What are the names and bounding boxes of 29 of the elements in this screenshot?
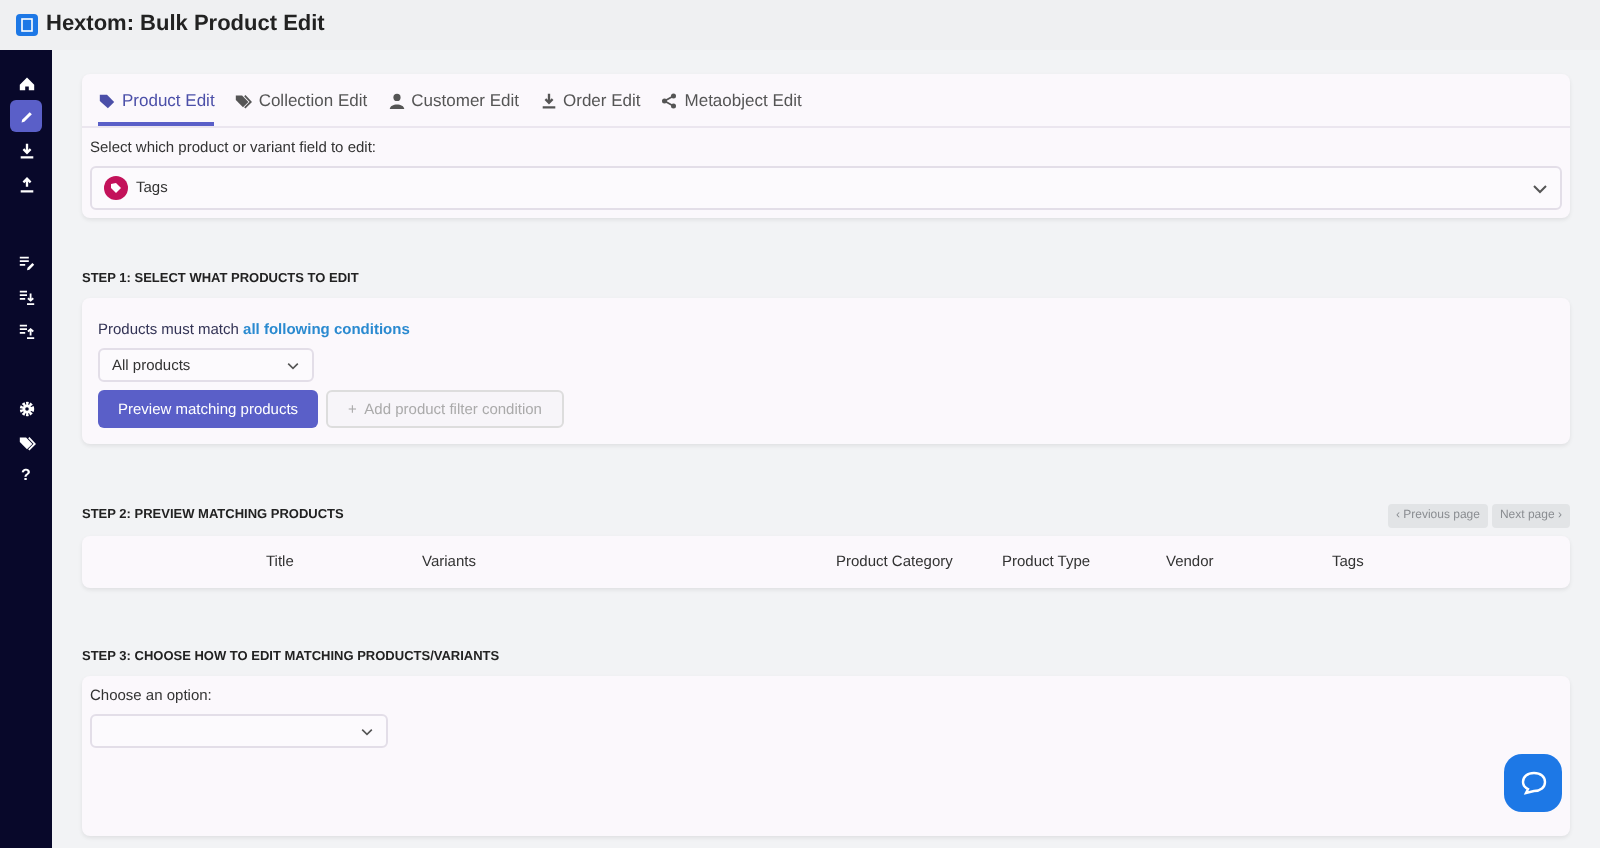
list-download-icon	[17, 287, 35, 305]
nav-help-button[interactable]: ?	[10, 460, 42, 492]
pencil-icon	[17, 107, 35, 125]
app-logo-icon	[16, 14, 38, 36]
tags-icon	[234, 91, 253, 110]
upload-icon	[17, 175, 35, 193]
chat-icon	[1519, 770, 1547, 796]
window-title: Hextom: Bulk Product Edit	[46, 10, 325, 41]
chevron-icon	[360, 727, 374, 735]
tag-icon	[98, 91, 116, 110]
tab[interactable]: Customer Edit	[387, 82, 520, 126]
list-edit-icon	[17, 253, 35, 271]
download-icon	[539, 91, 558, 110]
tab[interactable]: Order Edit	[539, 82, 641, 126]
gear-icon	[17, 399, 35, 417]
download-icon	[17, 141, 35, 159]
tab[interactable]: Product Edit	[98, 82, 215, 126]
tab[interactable]: Collection Edit	[234, 82, 368, 126]
tags-icon	[17, 433, 35, 451]
person-icon	[387, 91, 406, 110]
list-upload-icon	[17, 321, 35, 339]
chevron-icon	[286, 361, 300, 369]
chat-button[interactable]	[1504, 754, 1562, 812]
chevron-icon	[1532, 183, 1548, 193]
home-icon	[17, 73, 35, 91]
tag-icon	[104, 176, 128, 200]
share-icon	[660, 91, 679, 110]
tab[interactable]: Metaobject Edit	[660, 82, 802, 126]
nav-pencil-button[interactable]	[10, 100, 42, 132]
